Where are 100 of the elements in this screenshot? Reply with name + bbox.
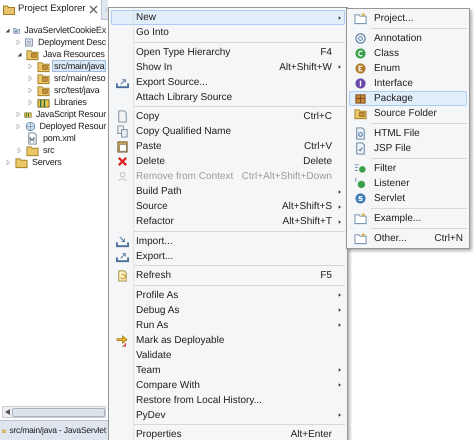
expand-arrow-icon[interactable]	[26, 74, 35, 82]
submenu-arrow-icon	[336, 204, 342, 210]
menu-item[interactable]: Example...	[349, 211, 467, 226]
menu-item[interactable]: HTML File	[349, 126, 467, 141]
menu-item[interactable]: New	[111, 10, 345, 25]
menu-item[interactable]: Servlet	[349, 191, 467, 206]
enum-icon	[354, 62, 366, 75]
collapse-arrow-icon[interactable]	[4, 26, 11, 34]
menu-item[interactable]: JSP File	[349, 141, 467, 156]
close-icon[interactable]	[88, 5, 98, 14]
folder-icon	[3, 4, 15, 15]
menu-item[interactable]: Show In Alt+Shift+W	[111, 60, 345, 74]
delete-icon	[116, 155, 128, 168]
menu-item[interactable]: Properties Alt+Enter	[111, 427, 345, 440]
scroll-left-icon[interactable]	[5, 409, 10, 415]
menu-item[interactable]: Copy Qualified Name	[111, 124, 345, 139]
menu-item[interactable]: Refactor Alt+Shift+T	[111, 214, 345, 229]
submenu-arrow-icon	[336, 64, 342, 70]
tree-item[interactable]: Deployment Desc	[36, 36, 108, 48]
tree-item[interactable]: src/main/reso	[52, 72, 108, 84]
descriptor-icon	[24, 36, 34, 48]
collapse-arrow-icon[interactable]	[15, 50, 24, 58]
menu-item[interactable]: Go Into	[111, 25, 345, 40]
scroll-thumb[interactable]	[12, 408, 105, 416]
class-icon	[354, 47, 366, 60]
menu-item[interactable]: PyDev	[111, 408, 345, 422]
menu-item[interactable]: Source Folder	[349, 106, 467, 121]
menu-item[interactable]: Validate	[111, 348, 345, 362]
menu-item[interactable]: Enum	[349, 61, 467, 76]
folder-icon	[15, 156, 28, 168]
submenu-arrow-icon	[336, 412, 342, 418]
folder-icon	[354, 12, 366, 25]
menu-item[interactable]: Refresh F5	[111, 268, 345, 283]
submenu-arrow-icon	[336, 14, 342, 20]
pages-icon	[116, 125, 128, 138]
menu-item[interactable]: Mark as Deployable	[111, 332, 345, 348]
tree-item[interactable]: src	[41, 144, 56, 156]
file-icon	[354, 127, 366, 140]
expand-arrow-icon[interactable]	[26, 86, 35, 94]
package-folder-icon	[26, 48, 39, 60]
submenu-arrow-icon	[336, 307, 342, 313]
horizontal-scrollbar[interactable]	[2, 406, 106, 418]
expand-arrow-icon[interactable]	[15, 38, 22, 46]
submenu-arrow-icon	[336, 292, 342, 298]
tab-title: Project Explorer	[18, 2, 86, 16]
tree-item[interactable]: Deployed Resour	[37, 120, 108, 132]
package-folder-icon	[37, 84, 50, 96]
menu-item[interactable]: Import...	[111, 234, 345, 248]
menu-item[interactable]: Attach Library Source	[111, 90, 345, 104]
arrow-icon	[116, 334, 128, 346]
tree-item[interactable]: JavaScript Resour	[34, 108, 108, 120]
menu-item[interactable]: Run As	[111, 318, 345, 332]
tree-item[interactable]: JavaServletCookieEx	[22, 24, 108, 36]
expand-arrow-icon[interactable]	[26, 62, 35, 70]
expand-arrow-icon[interactable]	[15, 146, 24, 154]
refresh-icon	[116, 269, 128, 282]
file-icon	[26, 132, 39, 144]
explorer-tab[interactable]: Project Explorer	[0, 0, 102, 20]
package-icon	[354, 92, 366, 105]
tree-item[interactable]: pom.xml	[41, 132, 78, 144]
menu-item[interactable]: Other... Ctrl+N	[349, 231, 467, 246]
menu-item[interactable]: Restore from Local History...	[111, 392, 345, 408]
expand-arrow-icon[interactable]	[15, 122, 23, 130]
menu-item[interactable]: Package	[349, 91, 467, 106]
menu-item[interactable]: Export Source...	[111, 74, 345, 90]
menu-item[interactable]: Listener	[349, 176, 467, 191]
tree-item[interactable]: Libraries	[52, 96, 89, 108]
interface-icon	[354, 77, 366, 90]
file-icon	[354, 142, 366, 155]
menu-item[interactable]: Profile As	[111, 288, 345, 302]
menu-item[interactable]: Build Path	[111, 184, 345, 199]
tree-item[interactable]: src/main/java	[52, 60, 106, 72]
tray-down-icon	[116, 234, 128, 248]
submenu-arrow-icon	[336, 322, 342, 328]
tree-item[interactable]: Java Resources	[41, 48, 107, 60]
listener-icon	[354, 177, 366, 190]
expand-arrow-icon[interactable]	[4, 158, 13, 166]
folder-icon	[354, 107, 366, 120]
menu-item[interactable]: Team	[111, 362, 345, 378]
menu-item[interactable]: Annotation	[349, 31, 467, 46]
expand-arrow-icon[interactable]	[26, 98, 35, 106]
tree-item[interactable]: src/test/java	[52, 84, 102, 96]
menu-item[interactable]: Copy Ctrl+C	[111, 109, 345, 124]
menu-item[interactable]: Debug As	[111, 302, 345, 318]
menu-item[interactable]: Interface	[349, 76, 467, 91]
menu-item[interactable]: Project...	[349, 11, 467, 26]
menu-item[interactable]: Compare With	[111, 378, 345, 392]
menu-item[interactable]: Open Type Hierarchy F4	[111, 44, 345, 60]
menu-item[interactable]: Source Alt+Shift+S	[111, 199, 345, 214]
submenu-arrow-icon	[336, 188, 342, 194]
menu-item[interactable]: Filter	[349, 161, 467, 176]
menu-item[interactable]: Class	[349, 46, 467, 61]
tree-item[interactable]: Servers	[30, 156, 64, 168]
package-folder-icon	[37, 60, 50, 72]
clipboard-icon	[116, 140, 128, 153]
faded-person-icon	[116, 170, 128, 183]
menu-item[interactable]: Paste Ctrl+V	[111, 139, 345, 154]
menu-item[interactable]: Delete Delete	[111, 154, 345, 169]
expand-arrow-icon[interactable]	[15, 110, 22, 118]
menu-item[interactable]: Export...	[111, 248, 345, 264]
